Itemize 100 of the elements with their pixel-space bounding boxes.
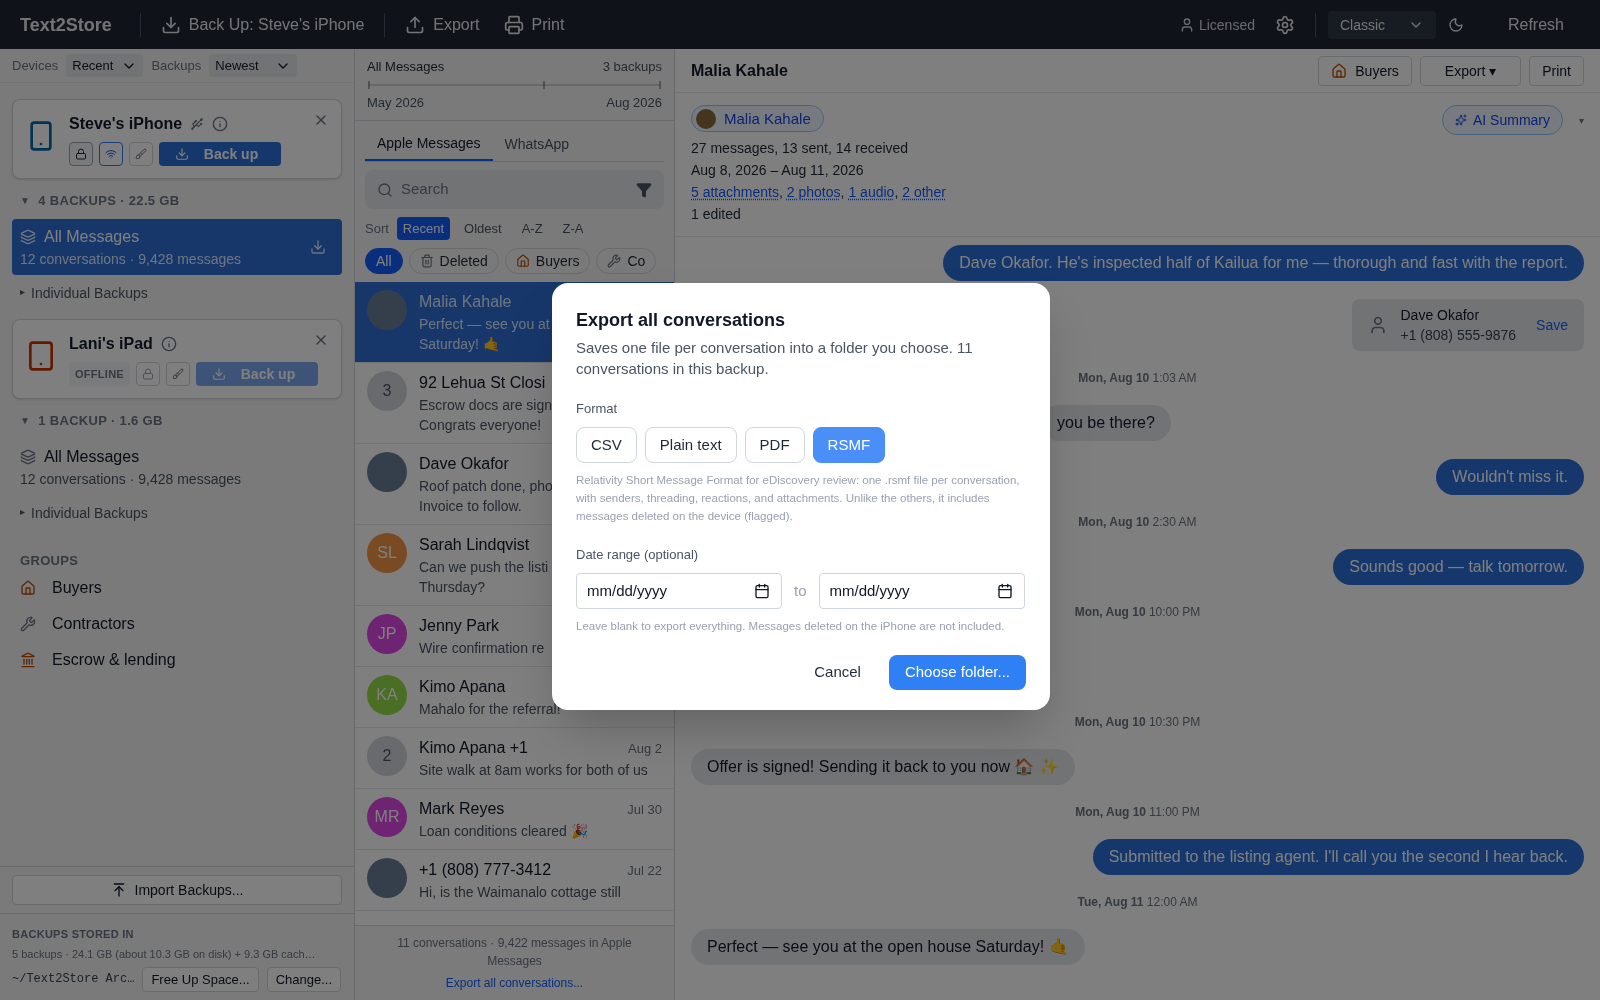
- contact-chip[interactable]: Malia Kahale: [691, 105, 824, 133]
- format-option[interactable]: Plain text: [644, 426, 737, 464]
- theme-select[interactable]: Classic: [1327, 10, 1436, 39]
- group-item[interactable]: Escrow & lending: [0, 642, 354, 678]
- wifi-button[interactable]: [99, 142, 123, 166]
- conversation-preview: Perfect — see you at Saturday! 🤙: [419, 315, 550, 354]
- printer-icon: [503, 14, 524, 35]
- range-separator: to: [794, 580, 807, 601]
- format-label: Format: [576, 400, 619, 419]
- attachment-link[interactable]: 2 photos: [786, 182, 841, 203]
- message-timestamp: Mon, Aug 10 2:30 AM: [1078, 514, 1197, 532]
- end-date-field[interactable]: mm/dd/yyyy: [818, 572, 1025, 610]
- lock-button[interactable]: [69, 142, 93, 166]
- sort-option[interactable]: A-Z: [515, 216, 549, 240]
- storage-path: ~/Text2Store Arc…: [12, 971, 135, 989]
- source-tab[interactable]: WhatsApp: [492, 133, 582, 161]
- devices-sort-select[interactable]: Recent: [66, 53, 144, 78]
- group-item[interactable]: Contractors: [0, 606, 354, 642]
- settings-icon[interactable]: [1274, 14, 1295, 35]
- conversation-date: Jul 30: [627, 801, 662, 819]
- conversation-item[interactable]: +1 (808) 777-3412 Jul 22 Hi, is the Waimanalo cottage still: [355, 850, 674, 911]
- clean-button[interactable]: [166, 361, 190, 386]
- backups-sort-select[interactable]: Newest: [209, 53, 297, 78]
- export-all-link[interactable]: Export all conversations...: [445, 974, 584, 992]
- timeline-end: Aug 2026: [606, 93, 662, 112]
- message-timestamp: Tue, Aug 11 12:00 AM: [1077, 894, 1198, 912]
- toolbar-button[interactable]: Print: [491, 8, 577, 41]
- conversation-name: Mark Reyes: [419, 799, 505, 819]
- moon-icon[interactable]: [1447, 16, 1464, 33]
- sent-message: Submitted to the listing agent. I'll call you the second I hear back.: [1092, 839, 1584, 876]
- message-timestamp: Mon, Aug 10 1:03 AM: [1078, 370, 1197, 388]
- download-icon[interactable]: [310, 238, 326, 255]
- bank-icon: [20, 652, 36, 668]
- group-item[interactable]: Buyers: [0, 570, 354, 606]
- caret-icon[interactable]: ▼: [20, 193, 31, 209]
- header-button[interactable]: Buyers: [1318, 55, 1412, 86]
- lock-button[interactable]: [136, 361, 160, 386]
- backup-item[interactable]: All Messages 12 conversations · 9,428 messages: [12, 438, 342, 495]
- attachment-link[interactable]: 2 other: [902, 182, 946, 203]
- received-message: Perfect — see you at the open house Saturday! 🤙: [691, 929, 1085, 966]
- clean-button[interactable]: [129, 142, 153, 166]
- house-icon: [515, 254, 530, 268]
- ai-summary-button[interactable]: AI Summary: [1442, 105, 1563, 135]
- conversation-name: Kimo Apana +1: [419, 738, 528, 758]
- backups-label: Backups: [151, 56, 202, 75]
- license-status: Licensed: [1178, 14, 1255, 35]
- backup-item[interactable]: All Messages 12 conversations · 9,428 messages: [12, 218, 342, 275]
- source-tab[interactable]: Apple Messages: [365, 133, 493, 161]
- individual-backups-toggle[interactable]: ▸ Individual Backups: [0, 282, 354, 303]
- group-avatar: 3: [367, 371, 407, 411]
- attachment-link[interactable]: 5 attachments: [691, 182, 779, 203]
- format-option[interactable]: RSMF: [812, 426, 886, 464]
- conversation-preview: Escrow docs are sign Congrats everyone!: [419, 396, 553, 435]
- conversation-preview: Roof patch done, pho Invoice to follow.: [419, 477, 553, 516]
- brush-icon: [172, 367, 184, 380]
- cancel-button[interactable]: Cancel: [802, 655, 873, 690]
- expand-caret[interactable]: ▸: [20, 505, 25, 520]
- download-icon: [212, 366, 226, 381]
- free-up-space-button[interactable]: Free Up Space...: [142, 966, 259, 992]
- toolbar-button[interactable]: Export: [393, 8, 492, 41]
- save-contact-button[interactable]: Save: [1536, 315, 1568, 336]
- header-button[interactable]: Print: [1529, 55, 1584, 86]
- conversation-date: Aug 2: [628, 740, 662, 758]
- import-backups-button[interactable]: Import Backups...: [12, 874, 342, 905]
- conversation-preview: Site walk at 8am works for both of us: [419, 761, 648, 780]
- sort-option[interactable]: Oldest: [458, 216, 508, 240]
- storage-heading: BACKUPS STORED IN: [12, 926, 135, 942]
- sort-option[interactable]: Z-A: [556, 216, 590, 240]
- wifi-icon: [105, 148, 117, 160]
- storage-info: 5 backups · 24.1 GB (about 10.3 GB on disk) + 9.3 GB cach…: [12, 947, 317, 962]
- individual-backups-toggle[interactable]: ▸ Individual Backups: [0, 502, 354, 523]
- back-up-button[interactable]: Back up: [159, 142, 281, 166]
- expand-caret[interactable]: ▸: [20, 285, 25, 300]
- filter-chip[interactable]: All: [365, 248, 403, 274]
- caret-icon[interactable]: ▼: [20, 413, 31, 429]
- header-button[interactable]: Export ▾: [1419, 55, 1522, 86]
- info-icon[interactable]: [160, 335, 177, 352]
- conversation-item[interactable]: 2 Kimo Apana +1 Aug 2 Site walk at 8am works for both of us: [355, 728, 674, 789]
- filter-icon[interactable]: [636, 182, 652, 198]
- change-button[interactable]: Change...: [266, 966, 342, 992]
- backup-title: All Messages: [44, 446, 140, 467]
- search-field[interactable]: Search: [365, 170, 664, 209]
- choose-folder-button[interactable]: Choose folder...: [888, 655, 1026, 690]
- start-date-field[interactable]: mm/dd/yyyy: [576, 572, 782, 610]
- conversation-preview: Mahalo for the referral!: [419, 700, 561, 719]
- info-icon[interactable]: [212, 116, 229, 132]
- link-separator: ,: [840, 183, 845, 203]
- app-title: Text2Store: [20, 13, 112, 37]
- sort-option[interactable]: Recent: [396, 216, 451, 240]
- refresh-button[interactable]: Refresh: [1507, 12, 1564, 37]
- toolbar-button[interactable]: Back Up: Steve's iPhone: [148, 8, 377, 41]
- initials-avatar: SL: [367, 533, 407, 573]
- conversation-item[interactable]: MR Mark Reyes Jul 30 Loan conditions cleared 🎉: [355, 789, 674, 850]
- timeline-title: All Messages: [367, 58, 445, 76]
- format-option[interactable]: PDF: [744, 426, 805, 464]
- ai-summary-menu[interactable]: ▾: [1579, 113, 1584, 128]
- link-separator: ,: [894, 183, 899, 203]
- sent-message: Sounds good — talk tomorrow.: [1333, 549, 1584, 586]
- calendar-icon: [996, 582, 1013, 599]
- format-option[interactable]: CSV: [576, 426, 637, 464]
